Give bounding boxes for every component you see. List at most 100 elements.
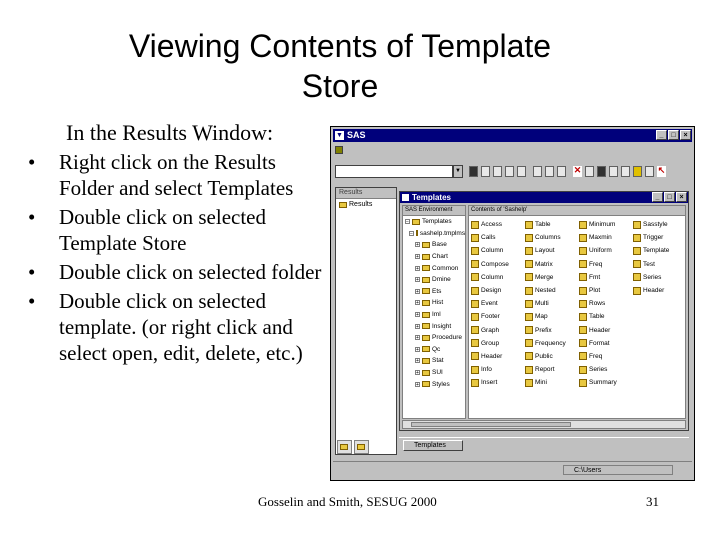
template-item[interactable]: Matrix: [525, 258, 579, 271]
template-item[interactable]: Nested: [525, 284, 579, 297]
template-item[interactable]: Public: [525, 350, 579, 363]
minimize-icon[interactable]: _: [656, 130, 667, 140]
expand-icon[interactable]: +: [415, 300, 420, 306]
template-item[interactable]: Calls: [471, 231, 525, 244]
copy-icon[interactable]: [545, 166, 554, 177]
close-icon[interactable]: ×: [676, 192, 687, 202]
template-item[interactable]: Info: [471, 363, 525, 376]
template-item[interactable]: Test: [633, 258, 685, 271]
expand-icon[interactable]: +: [415, 312, 420, 318]
tree-node[interactable]: + SUI: [403, 367, 465, 379]
templates-task-button[interactable]: Templates: [403, 440, 463, 451]
expand-icon[interactable]: −: [405, 219, 410, 225]
template-item[interactable]: Header: [633, 284, 685, 297]
results-folder[interactable]: Results: [336, 199, 396, 210]
template-item[interactable]: Sasstyle: [633, 218, 685, 231]
arrow-icon[interactable]: ↖: [657, 166, 666, 177]
open-icon[interactable]: [481, 166, 490, 177]
template-item[interactable]: Rows: [579, 297, 633, 310]
template-item[interactable]: Freq: [579, 350, 633, 363]
expand-icon[interactable]: +: [415, 370, 420, 376]
expand-icon[interactable]: +: [415, 288, 420, 294]
template-item[interactable]: Insert: [471, 376, 525, 389]
save-icon[interactable]: [493, 166, 502, 177]
template-item[interactable]: Prefix: [525, 324, 579, 337]
template-item[interactable]: Multi: [525, 297, 579, 310]
template-item[interactable]: Series: [579, 363, 633, 376]
template-item[interactable]: Report: [525, 363, 579, 376]
tree-node[interactable]: + Qc: [403, 344, 465, 356]
maximize-icon[interactable]: □: [664, 192, 675, 202]
cut-icon[interactable]: [533, 166, 542, 177]
tab-results[interactable]: [337, 440, 352, 454]
list-icon[interactable]: [597, 166, 606, 177]
help-icon[interactable]: [645, 166, 654, 177]
template-item[interactable]: Minimum: [579, 218, 633, 231]
template-item[interactable]: Column: [471, 271, 525, 284]
template-item[interactable]: Summary: [579, 376, 633, 389]
folder-icon[interactable]: [633, 166, 642, 177]
tree-node[interactable]: + Iml: [403, 309, 465, 321]
document-menu-icon[interactable]: [335, 146, 343, 154]
tree-node[interactable]: + Insight: [403, 320, 465, 332]
template-item[interactable]: Template: [633, 244, 685, 257]
template-item[interactable]: Graph: [471, 324, 525, 337]
paste-icon[interactable]: [557, 166, 566, 177]
delete-icon[interactable]: ✕: [573, 166, 582, 177]
command-input[interactable]: [335, 165, 453, 178]
template-item[interactable]: Compose: [471, 258, 525, 271]
template-item[interactable]: Mini: [525, 376, 579, 389]
minimize-icon[interactable]: _: [652, 192, 663, 202]
tree-node[interactable]: + Common: [403, 262, 465, 274]
template-item[interactable]: Column: [471, 244, 525, 257]
template-item[interactable]: Maxmin: [579, 231, 633, 244]
template-item[interactable]: Access: [471, 218, 525, 231]
template-item[interactable]: Uniform: [579, 244, 633, 257]
tree-node[interactable]: + Dmine: [403, 274, 465, 286]
expand-icon[interactable]: +: [415, 242, 420, 248]
tree-node[interactable]: + Chart: [403, 251, 465, 263]
template-item[interactable]: Table: [579, 310, 633, 323]
details-icon[interactable]: [609, 166, 618, 177]
scrollbar-thumb[interactable]: [411, 422, 571, 427]
close-icon[interactable]: ×: [680, 130, 691, 140]
expand-icon[interactable]: +: [415, 254, 420, 260]
expand-icon[interactable]: +: [415, 381, 420, 387]
tree-node[interactable]: + Ets: [403, 286, 465, 298]
template-item[interactable]: Frequency: [525, 337, 579, 350]
print-icon[interactable]: [505, 166, 514, 177]
tree-node[interactable]: − Templates: [403, 216, 465, 228]
preview-icon[interactable]: [517, 166, 526, 177]
template-item[interactable]: Event: [471, 297, 525, 310]
template-item[interactable]: Freq: [579, 258, 633, 271]
expand-icon[interactable]: +: [415, 346, 420, 352]
expand-icon[interactable]: +: [415, 358, 420, 364]
tab-explorer[interactable]: [354, 440, 369, 454]
tree-node[interactable]: + Hist: [403, 297, 465, 309]
template-item[interactable]: Map: [525, 310, 579, 323]
template-item[interactable]: Header: [471, 350, 525, 363]
template-item[interactable]: Plot: [579, 284, 633, 297]
new-icon[interactable]: [469, 166, 478, 177]
template-item[interactable]: Series: [633, 271, 685, 284]
tree-node[interactable]: + Styles: [403, 378, 465, 390]
horizontal-scrollbar[interactable]: [402, 420, 686, 429]
chevron-down-icon[interactable]: ▼: [453, 165, 463, 178]
properties-icon[interactable]: [585, 166, 594, 177]
maximize-icon[interactable]: □: [668, 130, 679, 140]
tree-node[interactable]: − sashelp.tmplmst: [403, 228, 465, 240]
expand-icon[interactable]: +: [415, 277, 420, 283]
template-item[interactable]: Merge: [525, 271, 579, 284]
expand-icon[interactable]: +: [415, 265, 420, 271]
template-item[interactable]: Format: [579, 337, 633, 350]
tree-node[interactable]: + Base: [403, 239, 465, 251]
template-item[interactable]: Header: [579, 324, 633, 337]
tree-node[interactable]: + Procedure: [403, 332, 465, 344]
expand-icon[interactable]: +: [415, 323, 420, 329]
template-item[interactable]: Columns: [525, 231, 579, 244]
template-item[interactable]: Footer: [471, 310, 525, 323]
template-item[interactable]: Fmt: [579, 271, 633, 284]
expand-icon[interactable]: +: [415, 335, 420, 341]
up-folder-icon[interactable]: [621, 166, 630, 177]
tree-node[interactable]: + Stat: [403, 355, 465, 367]
